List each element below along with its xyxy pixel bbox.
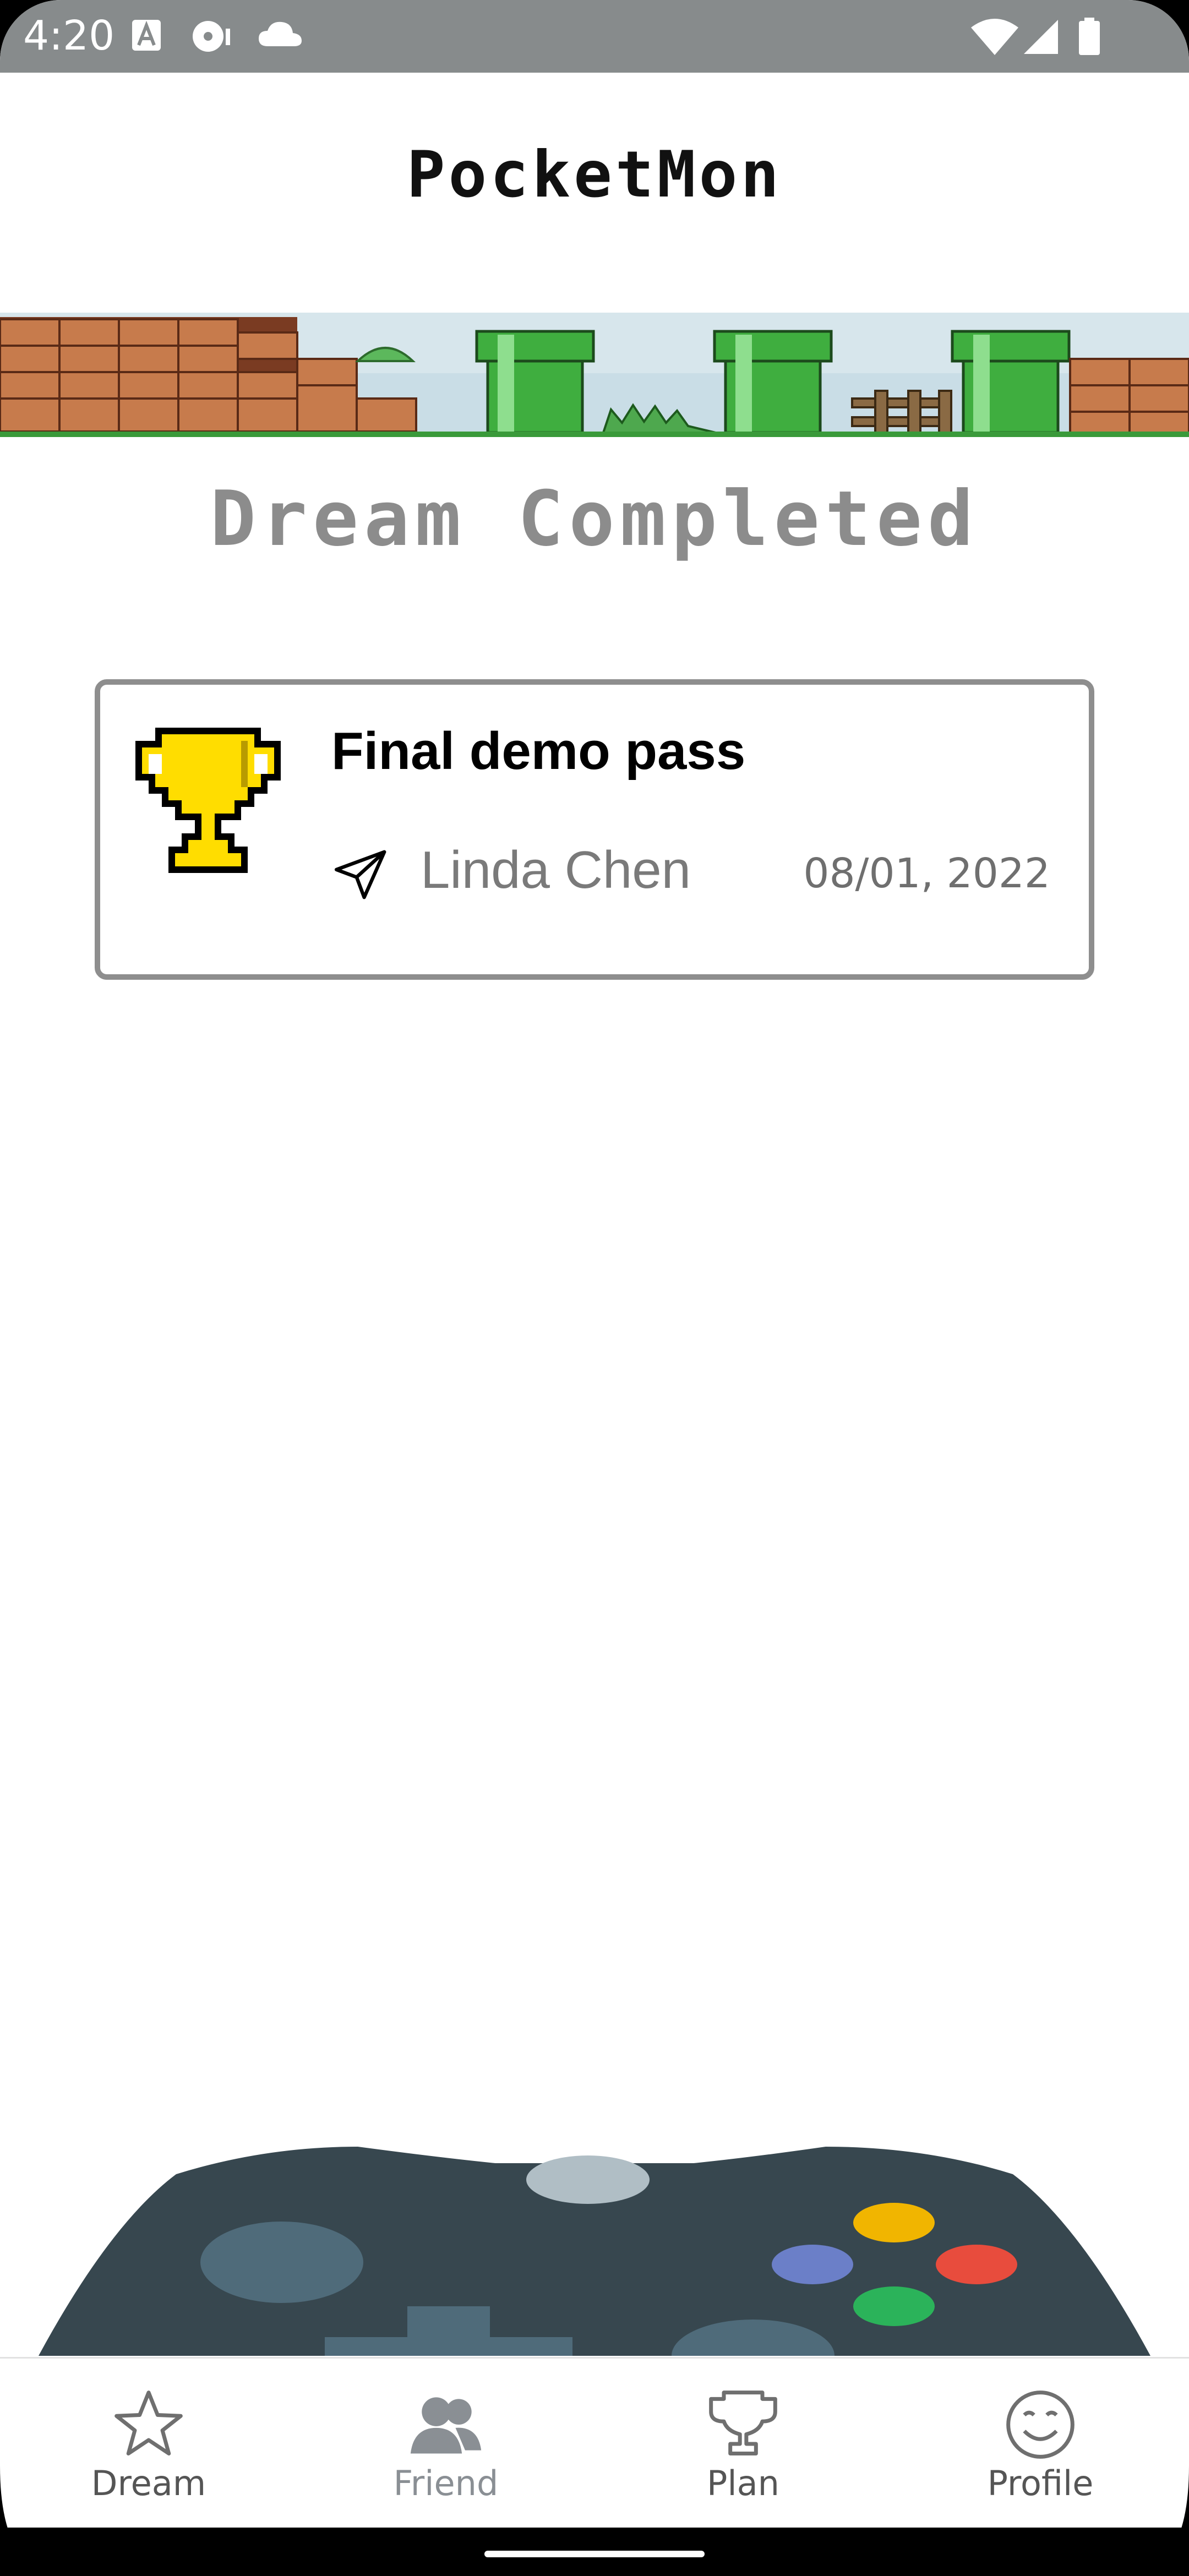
cloud-icon [259,21,302,46]
nav-friend[interactable]: Friend [297,2359,594,2529]
dream-date: 08/01, 2022 [803,850,1050,897]
home-indicator[interactable] [484,2551,705,2557]
signal-icon [1024,20,1058,54]
section-title: Dream Completed [210,474,979,563]
battery-icon [1079,18,1100,55]
screen-corner-right [1123,2466,1189,2576]
app-title: PocketMon [406,138,783,212]
dream-card[interactable]: Final demo pass Linda Chen 08/01, 2022 [95,679,1094,980]
star-icon [114,2391,183,2455]
trophy-outline-icon [709,2391,777,2455]
nav-friend-label: Friend [393,2463,499,2503]
trophy-icon [135,728,281,873]
pixel-game-banner [0,313,1189,437]
dream-title: Final demo pass [331,722,746,781]
bottom-navigation: Dream Friend Plan Profile [0,2357,1189,2528]
a-letter-icon [132,20,161,51]
status-bar: 4:20 [0,0,1189,73]
green-pipe-icon [475,330,1071,434]
friends-icon [410,2397,482,2454]
nav-plan-label: Plan [707,2463,779,2503]
send-icon [334,850,386,899]
nav-plan[interactable]: Plan [594,2359,892,2529]
smiley-icon [1006,2391,1075,2459]
disc-icon [193,21,230,52]
app-screen: 4:20 PocketMon Dream Completed Final dem… [0,0,1189,2576]
wifi-icon [971,19,1018,55]
screen-corner-left [0,2466,66,2576]
game-controller-illustration [39,2147,1150,2356]
status-time: 4:20 [23,12,115,59]
dream-user: Linda Chen [421,841,691,899]
